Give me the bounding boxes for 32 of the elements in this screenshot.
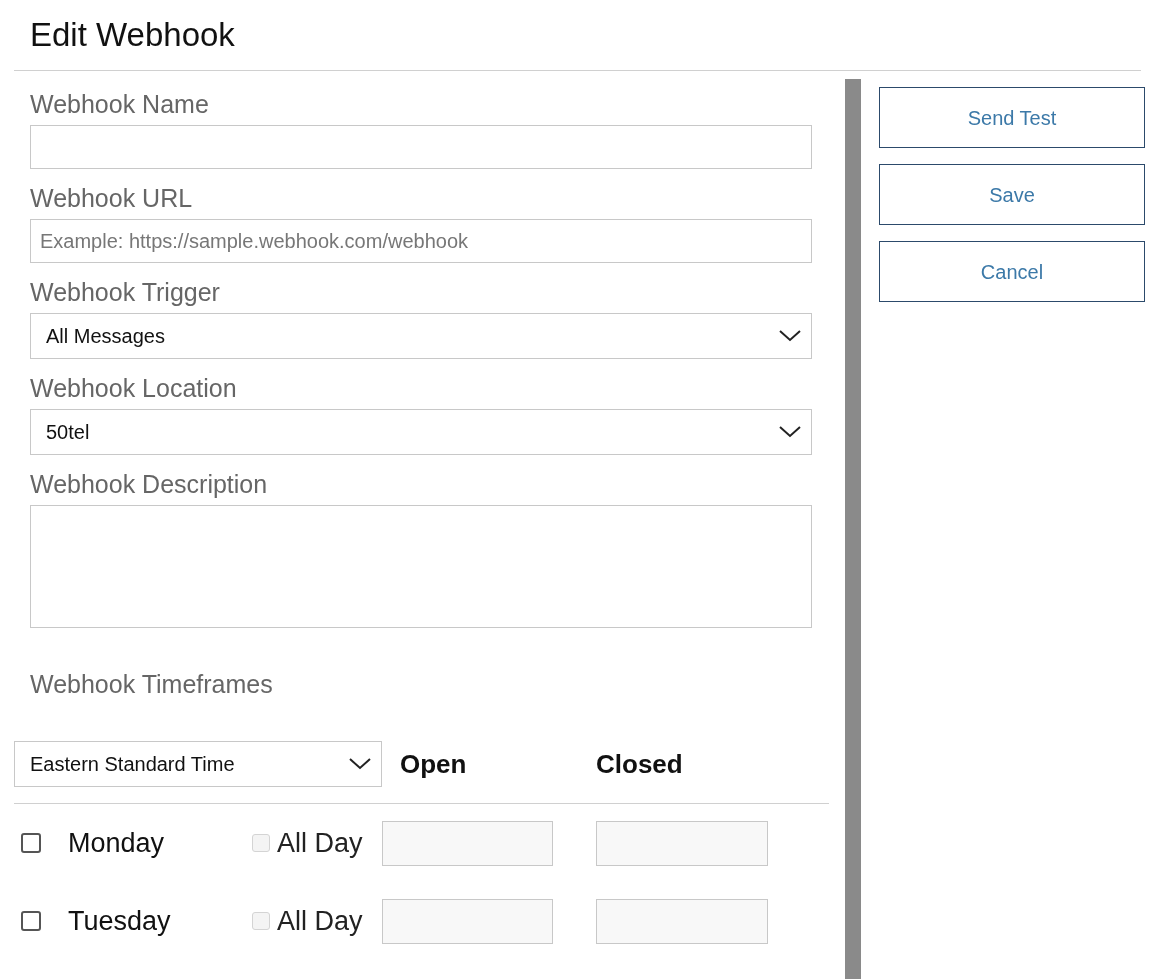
chevron-down-icon [779,426,801,438]
chevron-down-icon [779,330,801,342]
page-title: Edit Webhook [30,15,235,55]
all-day-label: All Day [277,826,364,860]
day-checkbox[interactable] [21,911,41,931]
closed-time-field[interactable] [596,898,768,944]
field-label: Webhook URL [30,183,193,214]
action-button[interactable]: Save [879,164,1145,225]
open-time-field[interactable] [382,820,553,866]
textarea-field[interactable] [30,505,812,628]
column-header: Closed [596,748,683,779]
timezone-dropdown[interactable]: Eastern Standard Time [14,741,382,787]
scrollbar[interactable] [845,79,861,979]
field-label: Webhook Description [30,469,268,500]
closed-time-field[interactable] [596,820,768,866]
text-field[interactable]: Example: https://sample.webhook.com/webhook [30,219,812,263]
field-label: Webhook Location [30,373,237,404]
dropdown-field[interactable]: 50tel [30,409,812,455]
field-label: Webhook Trigger [30,277,220,308]
column-header: Open [400,748,467,779]
section-label: Webhook Timeframes [30,670,273,698]
action-button[interactable]: Cancel [879,241,1145,302]
dropdown-field[interactable]: All Messages [30,313,812,359]
chevron-down-icon [349,758,371,770]
open-time-field[interactable] [382,898,553,944]
day-label: Tuesday [68,905,171,936]
field-label: Webhook Name [30,89,209,120]
day-label: Monday [68,827,165,858]
day-checkbox[interactable] [21,833,41,853]
action-button[interactable]: Send Test [879,87,1145,148]
all-day-label: All Day [277,904,364,938]
text-field[interactable] [30,125,812,169]
